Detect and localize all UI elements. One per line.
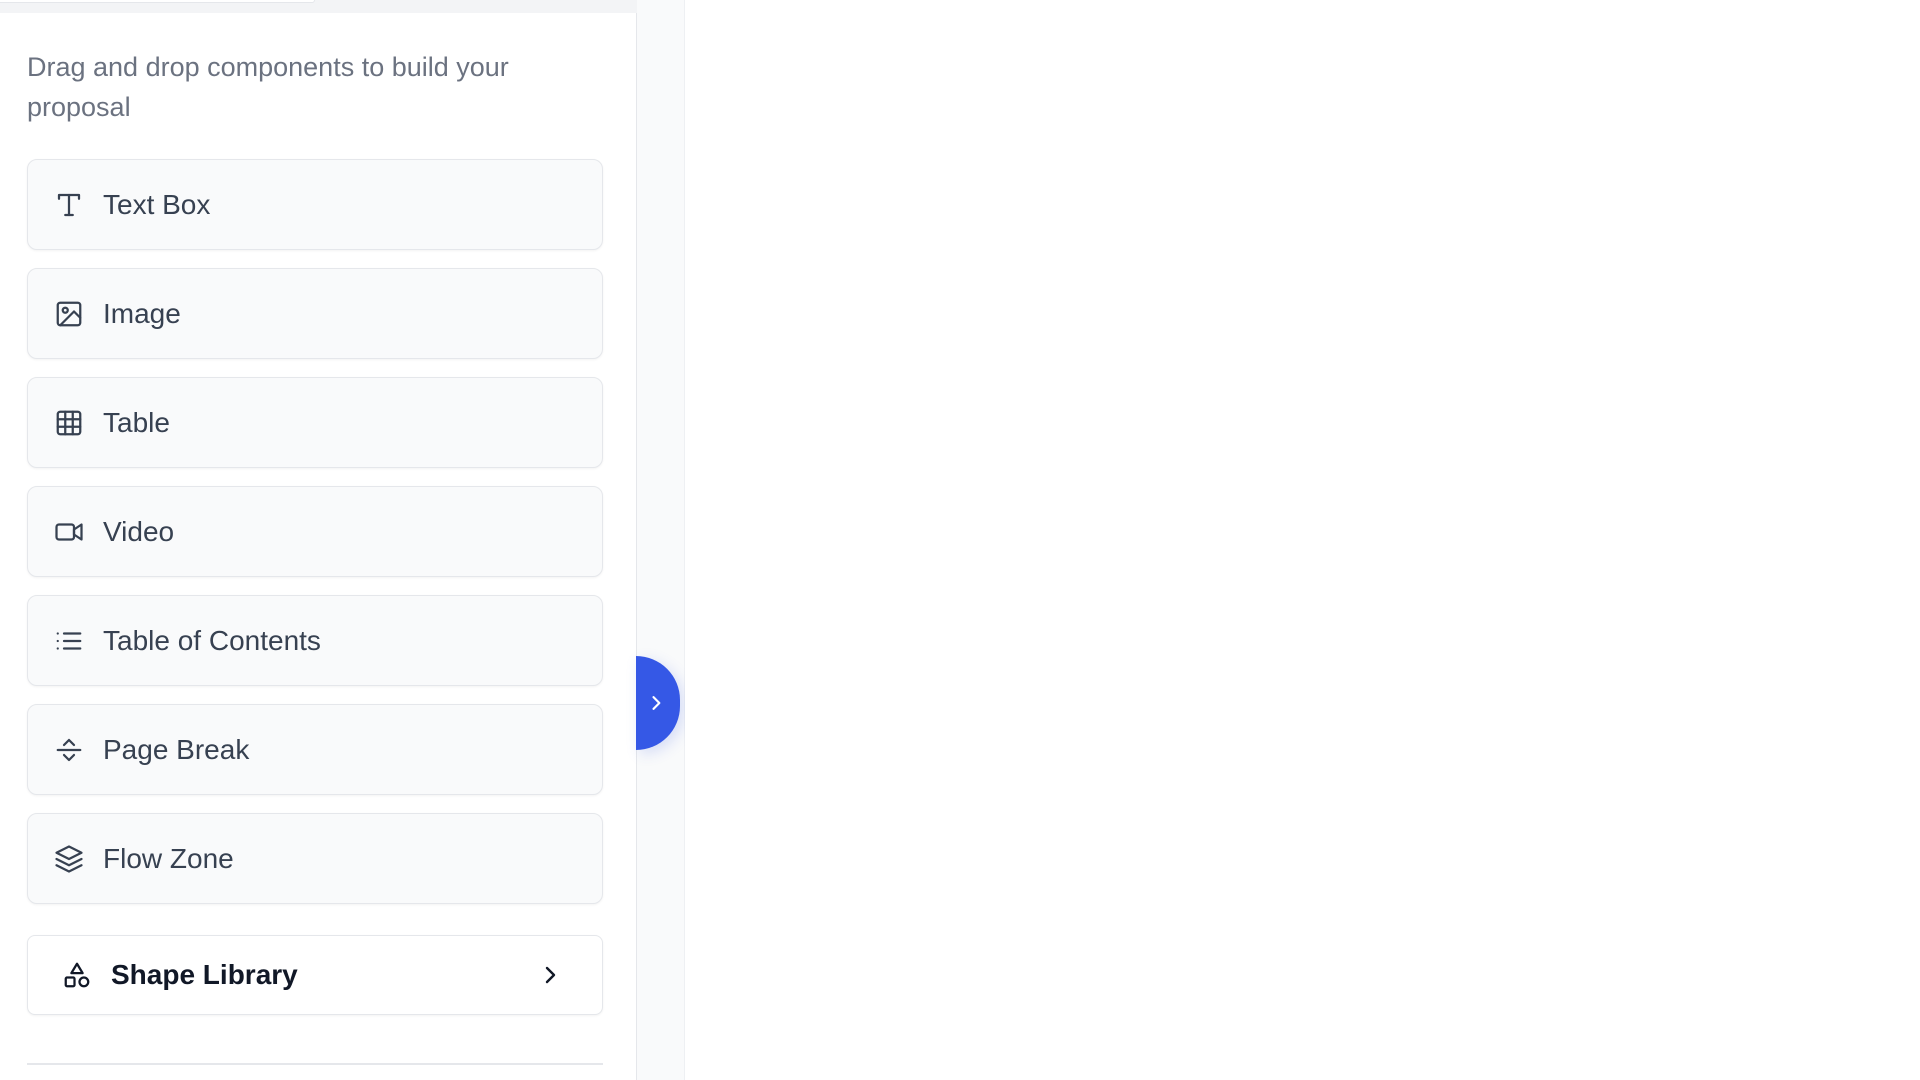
component-list: Text Box Image Table Video Table of Cont… — [27, 159, 603, 922]
layers-icon — [53, 843, 85, 875]
sidebar-gutter — [637, 0, 685, 1080]
component-page-break[interactable]: Page Break — [27, 704, 603, 795]
proposal-editor: Drag and drop components to build your p… — [0, 0, 1920, 1080]
sidebar-tab[interactable] — [0, 0, 315, 3]
shape-library-button[interactable]: Shape Library — [27, 935, 603, 1015]
component-label: Table — [103, 406, 170, 438]
text-icon — [53, 189, 85, 221]
component-text-box[interactable]: Text Box — [27, 159, 603, 250]
image-icon — [53, 298, 85, 330]
shape-library-label: Shape Library — [111, 959, 298, 990]
component-label: Page Break — [103, 733, 250, 765]
component-label: Text Box — [103, 188, 211, 220]
component-video[interactable]: Video — [27, 486, 603, 577]
chevron-right-icon — [644, 691, 668, 715]
table-icon — [53, 407, 85, 439]
sidebar-description: Drag and drop components to build your p… — [27, 52, 509, 122]
component-label: Image — [103, 297, 181, 329]
component-table[interactable]: Table — [27, 377, 603, 468]
component-label: Video — [103, 515, 175, 547]
shapes-icon — [61, 959, 93, 991]
component-label: Flow Zone — [103, 842, 234, 874]
components-sidebar: Drag and drop components to build your p… — [0, 0, 637, 1080]
proposal-canvas[interactable] — [685, 0, 1920, 1080]
sidebar-top-strip — [0, 0, 637, 13]
component-flow-zone[interactable]: Flow Zone — [27, 813, 603, 904]
list-icon — [53, 625, 85, 657]
component-image[interactable]: Image — [27, 268, 603, 359]
component-label: Table of Contents — [103, 624, 321, 656]
video-icon — [53, 516, 85, 548]
page-break-icon — [53, 734, 85, 766]
chevron-right-icon — [536, 961, 564, 989]
component-table-of-contents[interactable]: Table of Contents — [27, 595, 603, 686]
sidebar-divider — [27, 1063, 603, 1065]
